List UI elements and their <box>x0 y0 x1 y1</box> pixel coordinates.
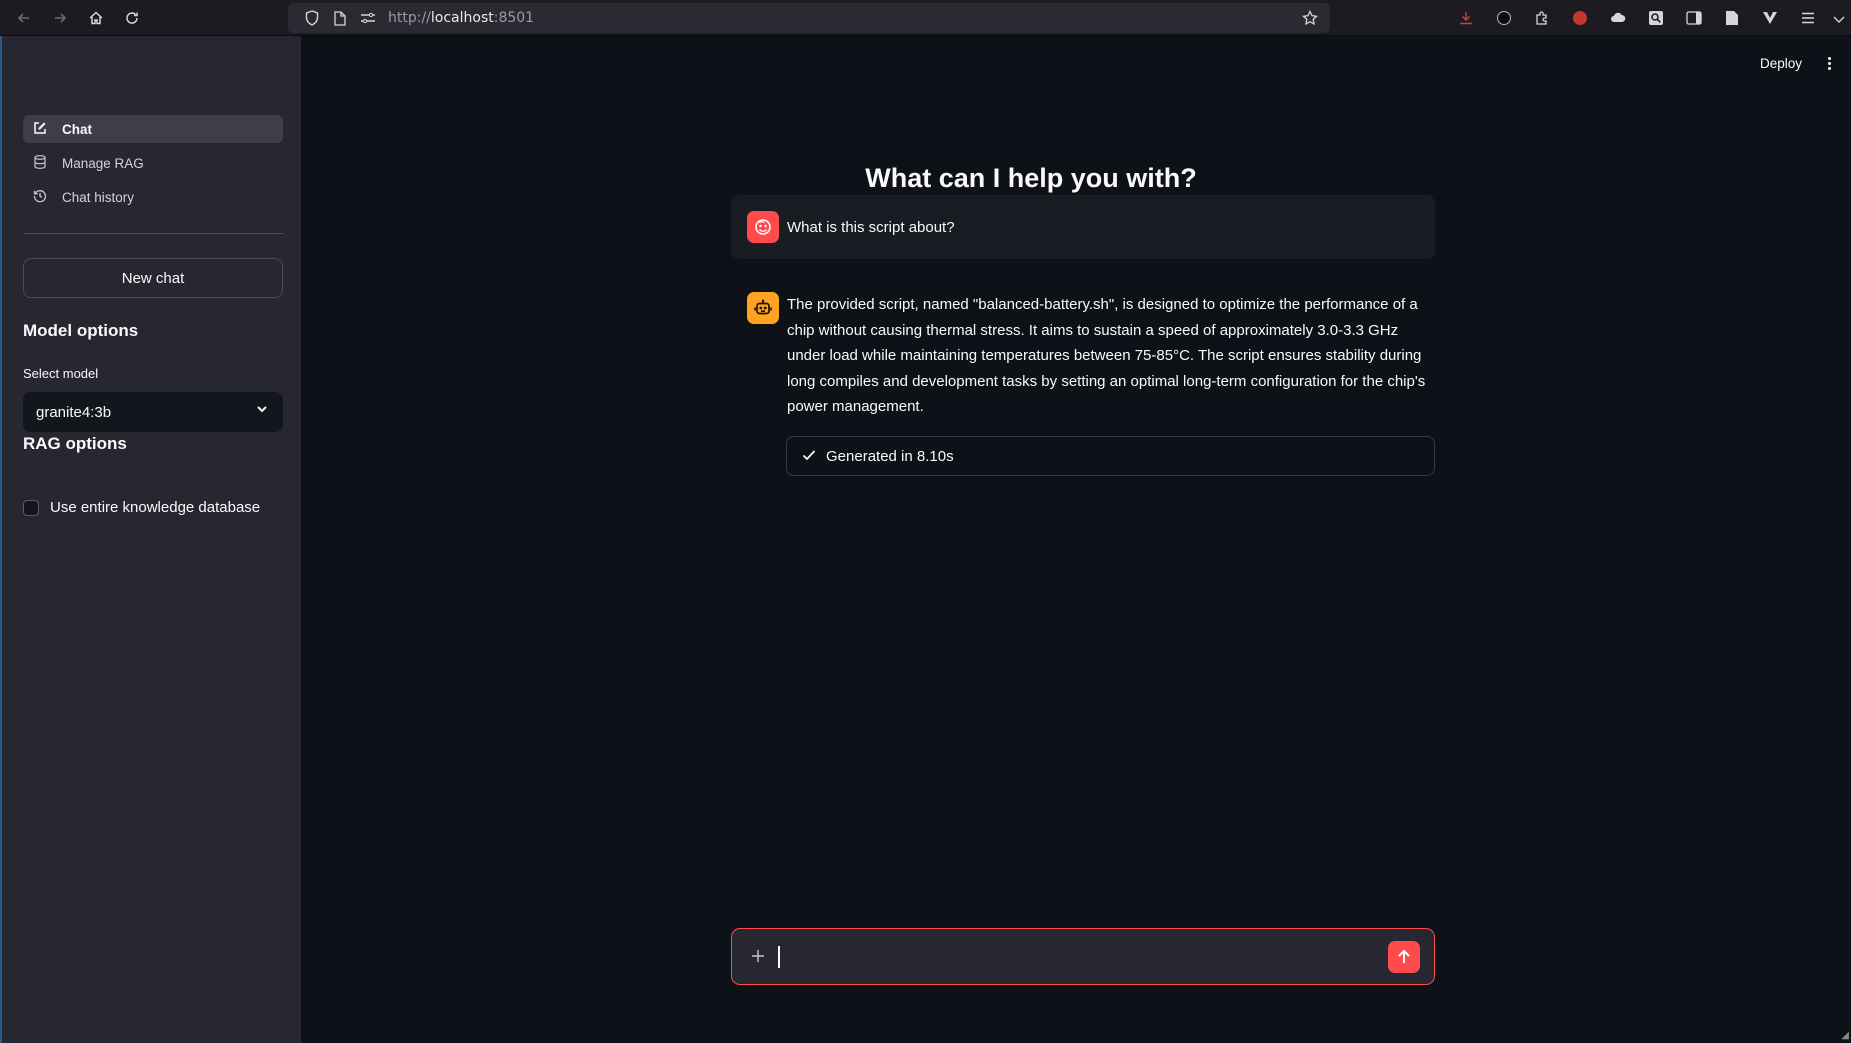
reload-icon[interactable] <box>114 0 150 36</box>
rag-options-heading: RAG options <box>23 434 127 453</box>
resize-grip-icon: ◢ <box>1841 1030 1849 1041</box>
home-icon[interactable] <box>78 0 114 36</box>
menu-icon[interactable] <box>1789 0 1827 36</box>
url-scheme: http:// <box>388 10 431 26</box>
sidebar-item-label: Chat <box>62 121 92 137</box>
sidebar-toggle-icon[interactable] <box>1675 0 1713 36</box>
shield-icon[interactable] <box>298 4 326 32</box>
new-chat-button[interactable]: New chat <box>23 258 283 298</box>
sidebar-item-manage-rag[interactable]: Manage RAG <box>23 149 283 177</box>
model-options-heading: Model options <box>23 321 139 340</box>
generation-status[interactable]: Generated in 8.10s <box>786 436 1435 476</box>
extension-v-icon[interactable] <box>1751 0 1789 36</box>
history-icon <box>31 189 49 206</box>
model-select[interactable]: granite4:3b <box>23 392 283 432</box>
use-entire-db-checkbox[interactable] <box>23 499 39 516</box>
edit-icon <box>31 121 49 138</box>
database-icon <box>31 154 49 172</box>
page-title: What can I help you with? <box>865 163 1197 193</box>
sidebar: Chat Manage RAG Chat history New chat Mo… <box>0 36 301 1043</box>
user-message: What is this script about? <box>731 195 1435 259</box>
browser-toolbar: http://localhost:8501 <box>0 0 1851 36</box>
url-host: localhost <box>430 10 494 26</box>
text-caret <box>778 946 780 968</box>
extensions-toolbar <box>1447 0 1851 36</box>
url-port: :8501 <box>493 10 535 26</box>
use-entire-db-label: Use entire knowledge database <box>50 499 261 516</box>
chat-input[interactable] <box>776 941 1376 973</box>
url-text[interactable]: http://localhost:8501 <box>388 10 534 26</box>
url-bar[interactable]: http://localhost:8501 <box>288 3 1330 33</box>
window-controls-icon[interactable] <box>1827 0 1851 36</box>
bookmark-star-icon[interactable] <box>1296 4 1324 32</box>
downloads-icon[interactable] <box>1447 0 1485 36</box>
deploy-button[interactable]: Deploy <box>1760 56 1802 71</box>
reader-icon[interactable] <box>1713 0 1751 36</box>
extensions-puzzle-icon[interactable] <box>1523 0 1561 36</box>
sidebar-divider <box>23 233 283 234</box>
user-message-text: What is this script about? <box>787 218 955 236</box>
extension-search-icon[interactable] <box>1637 0 1675 36</box>
forward-icon[interactable] <box>42 0 78 36</box>
extension-cloud-icon[interactable] <box>1599 0 1637 36</box>
sidebar-nav: Chat Manage RAG Chat history <box>23 115 283 217</box>
user-avatar-icon <box>747 211 779 243</box>
sidebar-item-label: Chat history <box>62 189 135 205</box>
arrow-up-icon <box>1398 949 1410 963</box>
extension-blocker-icon[interactable] <box>1561 0 1599 36</box>
sidebar-item-chat-history[interactable]: Chat history <box>23 183 283 211</box>
chevron-down-icon <box>255 402 269 419</box>
select-model-label: Select model <box>23 366 99 381</box>
main-menu-kebab-icon[interactable] <box>1821 52 1837 74</box>
assistant-message-text: The provided script, named "balanced-bat… <box>787 296 1426 416</box>
chat-input-box[interactable] <box>731 928 1435 985</box>
use-entire-db-option[interactable]: Use entire knowledge database <box>23 499 260 516</box>
sidebar-item-label: Manage RAG <box>62 155 144 171</box>
check-icon <box>802 448 816 464</box>
generation-status-label: Generated in 8.10s <box>826 447 954 465</box>
page-icon[interactable] <box>326 4 354 32</box>
permissions-icon[interactable] <box>354 4 382 32</box>
assistant-avatar-icon <box>747 292 779 324</box>
model-select-value: granite4:3b <box>36 403 112 421</box>
back-icon[interactable] <box>6 0 42 36</box>
main-content: Deploy What can I help you with? What is… <box>301 36 1851 1043</box>
attach-plus-icon[interactable] <box>746 942 770 970</box>
extension-dark-icon[interactable] <box>1485 0 1523 36</box>
send-button[interactable] <box>1388 941 1420 973</box>
sidebar-item-chat[interactable]: Chat <box>23 115 283 143</box>
